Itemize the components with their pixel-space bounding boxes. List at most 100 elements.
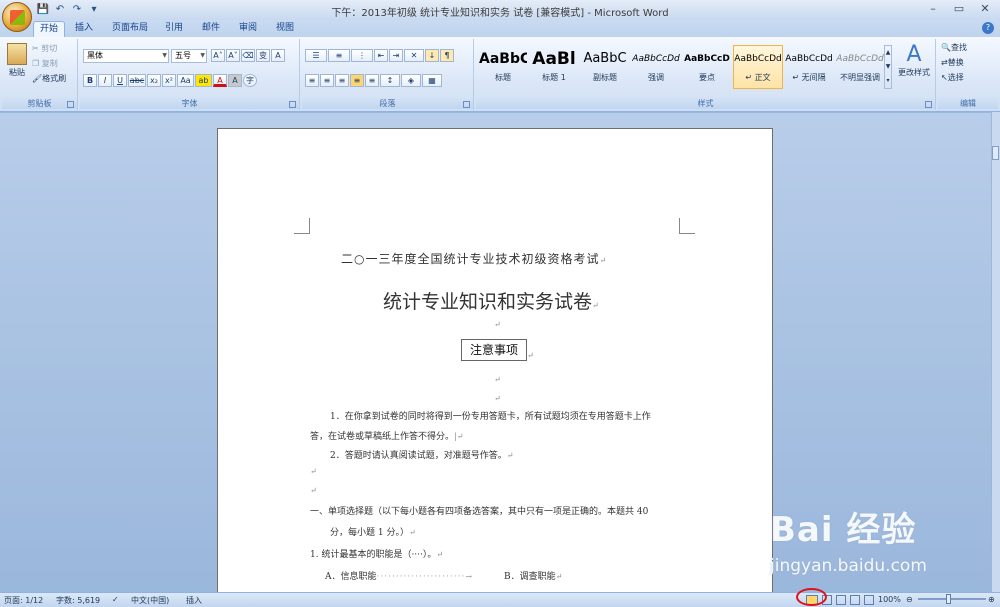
editing-group: 🔍查找 ⇄替换 ↖选择 编辑 — [938, 39, 998, 110]
minimize-button[interactable]: – — [920, 1, 946, 17]
increase-indent-icon[interactable]: ⇥ — [389, 49, 403, 62]
highlight-button[interactable]: ab — [195, 74, 212, 87]
style-title[interactable]: AaBbC 标题 — [478, 45, 528, 89]
style-preview: AaBl — [532, 49, 576, 69]
numbering-icon[interactable]: ≡ — [328, 49, 350, 62]
justify-icon[interactable]: ≡ — [350, 74, 364, 87]
paste-button[interactable]: 粘贴 — [6, 43, 28, 83]
word-count[interactable]: 字数: 5,619 — [56, 595, 100, 606]
char-shading-button[interactable]: A — [228, 74, 242, 87]
styles-launcher-icon[interactable] — [925, 101, 932, 108]
cut-label: 剪切 — [41, 44, 58, 53]
annotation-circle — [796, 588, 827, 606]
tab-mailings[interactable]: 邮件 — [197, 21, 225, 37]
undo-icon[interactable]: ↶ — [53, 3, 67, 16]
superscript-button[interactable]: x² — [162, 74, 176, 87]
align-left-icon[interactable]: ≡ — [305, 74, 319, 87]
show-marks-icon[interactable]: ¶ — [440, 49, 454, 62]
bullets-icon[interactable]: ☰ — [305, 49, 327, 62]
tab-references[interactable]: 引用 — [160, 21, 188, 37]
maximize-button[interactable]: ▭ — [946, 1, 972, 17]
document-page[interactable]: 二○一三年度全国统计专业技术初级资格考试↵ 统计专业知识和实务试卷↵ ↵ 注意事… — [217, 128, 773, 598]
styles-scroll[interactable]: ▲ ▼ ▾ — [884, 45, 892, 89]
multilevel-list-icon[interactable]: ⋮ — [351, 49, 373, 62]
redo-icon[interactable]: ↷ — [70, 3, 84, 16]
replace-label: 替换 — [947, 58, 964, 67]
line-spacing-icon[interactable]: ↕ — [380, 74, 400, 87]
zoom-out-icon[interactable]: ⊖ — [906, 595, 913, 604]
draft-view-icon[interactable] — [864, 595, 874, 605]
outline-view-icon[interactable] — [850, 595, 860, 605]
tab-home[interactable]: 开始 — [33, 21, 65, 37]
clipboard-launcher-icon[interactable] — [67, 101, 74, 108]
font-color-button[interactable]: A — [213, 74, 227, 87]
font-name-value: 黑体 — [87, 51, 103, 60]
style-heading1[interactable]: AaBl 标题 1 — [529, 45, 579, 89]
style-emphasis[interactable]: AaBbCcDd 强调 — [631, 45, 681, 89]
page-indicator[interactable]: 页面: 1/12 — [4, 595, 43, 606]
zoom-level[interactable]: 100% — [878, 595, 901, 604]
select-button[interactable]: ↖选择 — [941, 72, 964, 83]
style-subtle-emphasis[interactable]: AaBbCcDd 不明显强调 — [835, 45, 885, 89]
paragraph-launcher-icon[interactable] — [463, 101, 470, 108]
italic-button[interactable]: I — [98, 74, 112, 87]
bold-button[interactable]: B — [83, 74, 97, 87]
change-case-button[interactable]: Aa — [177, 74, 194, 87]
customize-qat-icon[interactable]: ▾ — [87, 3, 101, 16]
phonetic-guide-icon[interactable]: 变 — [256, 49, 270, 62]
grow-font-icon[interactable]: A˄ — [211, 49, 225, 62]
sort-icon[interactable]: ↓ — [425, 49, 439, 62]
align-center-icon[interactable]: ≡ — [320, 74, 334, 87]
help-icon[interactable]: ? — [982, 22, 994, 34]
align-right-icon[interactable]: ≡ — [335, 74, 349, 87]
subscript-button[interactable]: x₂ — [147, 74, 161, 87]
font-name-combo[interactable]: 黑体 ▼ — [83, 49, 169, 63]
style-preview: AaBbC — [583, 51, 627, 66]
chinese-layout-icon[interactable]: ✕ — [404, 49, 424, 62]
instruction-1a: 1．在你拿到试卷的同时将得到一份专用答题卡，所有试题均须在专用答题卡上作 — [330, 412, 651, 422]
shrink-font-icon[interactable]: A˅ — [226, 49, 240, 62]
tab-insert[interactable]: 插入 — [70, 21, 98, 37]
strikethrough-button[interactable]: abc — [128, 74, 146, 87]
decrease-indent-icon[interactable]: ⇤ — [374, 49, 388, 62]
style-normal[interactable]: AaBbCcDd ↵ 正文 — [733, 45, 783, 89]
char-border-icon[interactable]: A — [271, 49, 285, 62]
option-b-text: B．调查职能 — [504, 572, 556, 582]
enclose-char-button[interactable]: 字 — [243, 74, 257, 87]
scrollbar-thumb[interactable] — [992, 146, 999, 160]
find-button[interactable]: 🔍查找 — [941, 42, 967, 53]
change-styles-button[interactable]: A 更改样式 — [894, 43, 934, 78]
shading-icon[interactable]: ◈ — [401, 74, 421, 87]
zoom-slider-thumb[interactable] — [946, 594, 951, 604]
office-button[interactable] — [2, 2, 32, 32]
underline-button[interactable]: U — [113, 74, 127, 87]
replace-button[interactable]: ⇄替换 — [941, 57, 964, 68]
web-layout-view-icon[interactable] — [836, 595, 846, 605]
copy-button[interactable]: ❐ 复制 — [32, 58, 58, 69]
style-subtitle[interactable]: AaBbC 副标题 — [580, 45, 630, 89]
replace-icon: ⇄ — [941, 58, 948, 67]
font-size-combo[interactable]: 五号 ▼ — [171, 49, 207, 63]
tab-page-layout[interactable]: 页面布局 — [108, 21, 152, 37]
tab-view[interactable]: 视图 — [271, 21, 299, 37]
borders-icon[interactable]: ▦ — [422, 74, 442, 87]
font-launcher-icon[interactable] — [289, 101, 296, 108]
font-group-label: 字体 — [80, 98, 299, 109]
proofing-icon[interactable]: ✓ — [112, 595, 119, 604]
cut-button[interactable]: ✂ 剪切 — [32, 43, 57, 54]
zoom-in-icon[interactable]: ⊕ — [988, 595, 995, 604]
zoom-slider[interactable] — [918, 598, 986, 600]
style-strong[interactable]: AaBbCcD 要点 — [682, 45, 732, 89]
style-no-spacing[interactable]: AaBbCcDd ↵ 无间隔 — [784, 45, 834, 89]
font-size-buttons: A˄ A˅ ⌫ 变 A — [211, 49, 286, 62]
style-preview: AaBbC — [479, 51, 527, 67]
close-button[interactable]: ✕ — [972, 1, 998, 17]
save-icon[interactable]: 💾 — [36, 3, 50, 16]
clear-format-icon[interactable]: ⌫ — [241, 49, 255, 62]
format-painter-button[interactable]: 🖌格式刷 — [32, 73, 66, 84]
clipboard-group: 粘贴 ✂ 剪切 ❐ 复制 🖌格式刷 剪贴板 — [2, 39, 78, 110]
language-indicator[interactable]: 中文(中国) — [131, 595, 169, 606]
tab-review[interactable]: 审阅 — [234, 21, 262, 37]
distribute-icon[interactable]: ≡ — [365, 74, 379, 87]
insert-mode[interactable]: 插入 — [186, 595, 202, 606]
